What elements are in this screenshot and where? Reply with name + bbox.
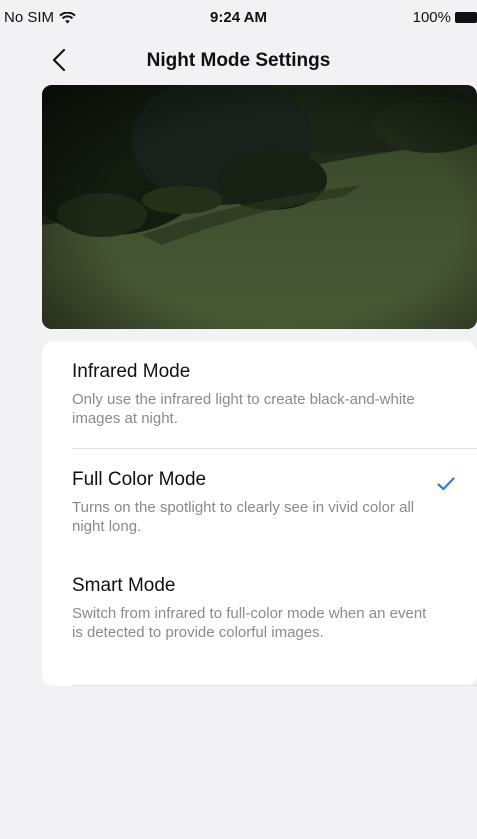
divider bbox=[72, 685, 477, 686]
status-time: 9:24 AM bbox=[210, 9, 267, 26]
page-title: Night Mode Settings bbox=[146, 50, 331, 71]
night-preview-image bbox=[42, 85, 477, 329]
option-description: Turns on the spotlight to clearly see in… bbox=[72, 499, 415, 535]
status-bar: No SIM 9:24 AM 100% bbox=[0, 0, 477, 36]
battery-percent: 100% bbox=[412, 9, 451, 26]
status-right: 100% bbox=[413, 9, 477, 26]
night-mode-settings-screen: No SIM 9:24 AM 100% Night Mode Settings bbox=[0, 0, 477, 839]
option-description: Switch from infrared to full-color mode … bbox=[72, 605, 427, 641]
option-title: Full Color Mode bbox=[72, 469, 207, 490]
checkmark-icon bbox=[437, 477, 455, 491]
option-title: Infrared Mode bbox=[72, 361, 191, 382]
option-smart-mode[interactable]: Smart Mode Switch from infrared to full-… bbox=[42, 557, 477, 685]
option-full-color-mode[interactable]: Full Color Mode Turns on the spotlight t… bbox=[42, 449, 477, 557]
option-title: Smart Mode bbox=[72, 575, 176, 596]
battery-icon bbox=[455, 12, 477, 23]
night-scene-picture bbox=[42, 85, 477, 329]
navigation-bar: Night Mode Settings bbox=[0, 36, 477, 84]
option-infrared-mode[interactable]: Infrared Mode Only use the infrared ligh… bbox=[42, 341, 477, 449]
night-mode-options-card: Infrared Mode Only use the infrared ligh… bbox=[42, 341, 477, 686]
option-description: Only use the infrared light to create bl… bbox=[72, 391, 415, 427]
